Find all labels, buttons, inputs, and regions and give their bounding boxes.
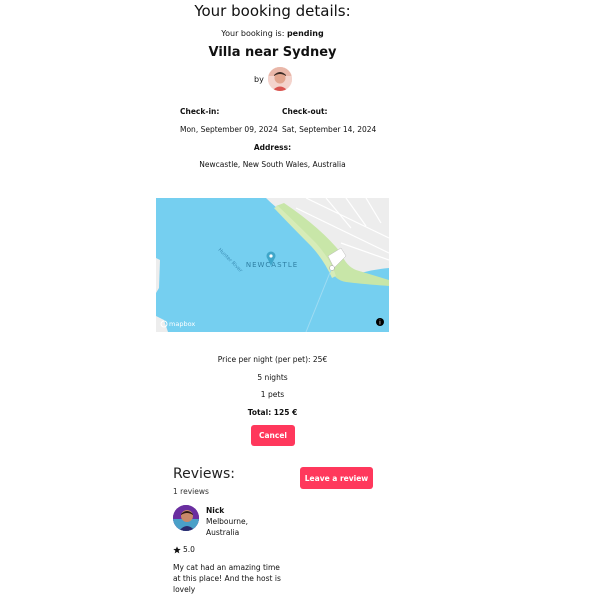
by-label: by [254, 74, 264, 84]
rating-value: 5.0 [183, 545, 195, 554]
status-value: pending [286, 29, 324, 38]
host-avatar[interactable] [267, 67, 292, 91]
checkout-value: Sat, September 14, 2024 [282, 125, 377, 134]
page-background [487, 0, 600, 600]
review-rating: 5.0 [173, 545, 195, 554]
checkin-label: Check-in: [180, 107, 220, 116]
host-row: by [254, 65, 292, 93]
booking-status: Your booking is: pending [0, 29, 545, 38]
map-place-label: NEWCASTLE [246, 261, 298, 269]
reviews-count: 1 reviews [173, 487, 209, 496]
star-icon [173, 545, 181, 553]
mapbox-brand: mapbox [169, 320, 195, 328]
page-title: Your booking details: [194, 2, 351, 20]
cancel-booking-button[interactable]: Cancel [251, 425, 295, 446]
checkin-value: Mon, September 09, 2024 [180, 125, 278, 134]
nights-count: 5 nights [257, 373, 288, 382]
total-price: Total: 125 € [247, 408, 298, 417]
address-label: Address: [253, 143, 292, 152]
reviewer-location: Melbourne, Australia [206, 517, 248, 537]
leave-review-button[interactable]: Leave a review [300, 467, 373, 489]
location-map[interactable]: NEWCASTLE Hunter River mapbox i [156, 198, 389, 332]
pets-count: 1 pets [260, 390, 285, 399]
price-per-night: Price per night (per pet): 25€ [217, 355, 328, 364]
reviews-title: Reviews: [173, 466, 235, 482]
listing-name: Villa near Sydney [208, 45, 337, 60]
address-value: Newcastle, New South Wales, Australia [199, 160, 346, 169]
reviewer-name: Nick [206, 506, 225, 515]
status-prefix: Your booking is: [221, 29, 287, 38]
reviewer-avatar[interactable] [173, 505, 199, 531]
review-text: My cat had an amazing time at this place… [173, 563, 281, 594]
checkout-label: Check-out: [282, 107, 328, 116]
